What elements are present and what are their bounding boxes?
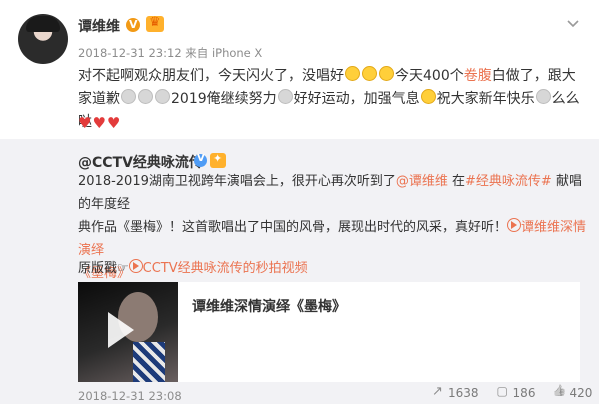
repost-text-segment: 在 [447, 174, 466, 189]
laugh-cry-emoji-icon [345, 66, 360, 81]
share-count: 1638 [448, 386, 479, 400]
vip-crown-icon [146, 15, 164, 32]
repost-text-segment: 2018-2019湖南卫视跨年演唱会上，很开心再次听到了 [78, 174, 396, 189]
weibo-post-card: 谭维维 2018-12-31 23:12 来自 iPhone X 对不起啊观众朋… [0, 0, 599, 404]
video-link-icon [507, 218, 522, 232]
level-badge-icon [210, 152, 226, 168]
repost-text-segment: 典作品《墨梅》！这首歌唱出了中国的风骨，展现出时代的风采，真好听！ [78, 220, 508, 235]
origin-label: 原版戳☞ [78, 261, 129, 276]
post-meta: 2018-12-31 23:12 来自 iPhone X [78, 46, 263, 60]
monkey-emoji-icon [138, 89, 153, 104]
repost-username[interactable]: @CCTV经典咏流传 [78, 152, 203, 172]
post-text-segment: 今天400个 [395, 68, 464, 84]
post-text-segment: 白做了，跟大 [491, 68, 576, 84]
mention-link[interactable]: @谭维维 [396, 174, 448, 189]
comment-button[interactable]: 186 [497, 384, 536, 400]
muscle-emoji-icon [277, 89, 293, 104]
chevron-down-icon[interactable] [567, 18, 579, 30]
share-button[interactable]: 1638 [432, 384, 479, 400]
share-icon [432, 384, 444, 399]
video-title[interactable]: 谭维维深情演绎《墨梅》 [192, 296, 346, 316]
thumbnail-striped-sleeve [133, 342, 165, 382]
origin-video-link[interactable]: CCTV经典咏流传的秒拍视频 [143, 261, 308, 276]
like-button[interactable]: 420 [553, 386, 592, 400]
post-text-segment: 家道歉 [78, 91, 120, 107]
post-text: 对不起啊观众朋友们，今天闪火了，没唱好 今天400个卷腹白做了，跟大 家道歉 201… [78, 65, 590, 134]
laugh-cry-emoji-icon [379, 66, 394, 81]
hearts-emoji-row: ♥♥♥ [78, 114, 122, 132]
avatar-hair [26, 16, 60, 32]
post-text-segment: 祝大家新年快乐 [436, 91, 535, 107]
post-text-segment: 对不起啊观众朋友们，今天闪火了，没唱好 [78, 68, 344, 84]
comment-icon [497, 384, 509, 399]
hashtag-link[interactable]: #经典咏流传# [465, 174, 552, 189]
video-card[interactable]: 谭维维深情演绎《墨梅》 [78, 282, 580, 382]
avatar[interactable] [18, 14, 68, 64]
blue-verified-icon [194, 153, 207, 167]
origin-line: 原版戳☞ CCTV经典咏流传的秒拍视频 [78, 257, 308, 276]
strong-arm-emoji-icon [420, 89, 436, 104]
balloon-emoji-icon [535, 89, 551, 104]
comment-count: 186 [512, 386, 536, 400]
play-icon[interactable] [108, 312, 134, 348]
monkey-emoji-icon [155, 89, 170, 104]
like-count: 420 [569, 386, 593, 400]
action-bar: 1638 186 420 [432, 384, 592, 400]
verified-badge-icon [126, 18, 140, 32]
post-username[interactable]: 谭维维 [78, 16, 120, 36]
thumbs-up-icon [553, 387, 565, 399]
repost-timestamp: 2018-12-31 23:08 [78, 389, 182, 403]
monkey-emoji-icon [121, 89, 136, 104]
post-text-segment: 好好运动，加强气息 [293, 91, 420, 107]
video-play-icon [128, 259, 143, 273]
post-text-highlight: 卷腹 [463, 68, 492, 84]
post-text-segment: 2019俺继续努力 [171, 91, 277, 107]
video-thumbnail[interactable] [78, 282, 178, 382]
laugh-cry-emoji-icon [362, 66, 377, 81]
